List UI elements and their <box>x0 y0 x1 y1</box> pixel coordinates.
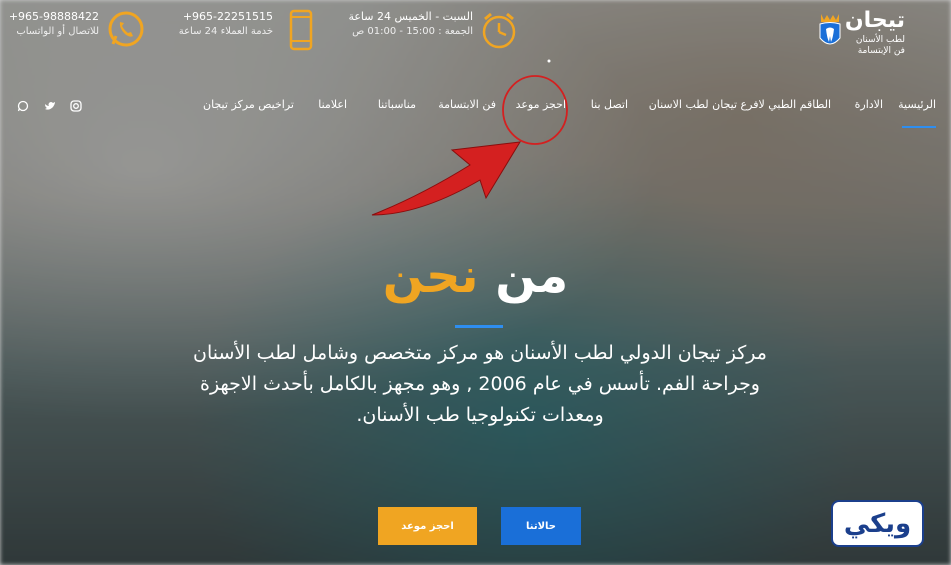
whatsapp-number[interactable]: +965-98888422 <box>9 10 99 23</box>
whatsapp-contact[interactable]: +965-98888422 للاتصال أو الواتساب <box>9 10 99 37</box>
nav-active-indicator <box>902 126 936 128</box>
whatsapp-icon <box>108 11 144 47</box>
customer-service-phone[interactable]: +965-22251515 خدمة العملاء 24 ساعة <box>179 10 273 37</box>
hours-sub: الجمعة : 15:00 - 01:00 ص <box>352 26 473 37</box>
phone-number[interactable]: +965-22251515 <box>179 10 273 23</box>
tooth-logo-icon <box>819 14 841 45</box>
logo-name: تيجان <box>844 8 905 33</box>
clock-icon <box>482 12 516 49</box>
working-hours: السبت - الخميس 24 ساعة الجمعة : 15:00 - … <box>348 10 473 37</box>
our-cases-button[interactable]: حالاتنا <box>501 507 581 545</box>
nav-item-licenses[interactable]: تراخيص مركز تيجان <box>203 98 294 111</box>
nav-item-smile-art[interactable]: فن الابتسامة <box>438 98 496 111</box>
book-appointment-button[interactable]: احجز موعد <box>378 507 477 545</box>
main-nav: الرئيسية الادارة الطاقم الطبي لافرع تيجا… <box>0 98 951 128</box>
instagram-icon[interactable] <box>70 100 82 112</box>
hero-divider <box>455 325 503 328</box>
hero-title: من نحن <box>0 248 951 304</box>
nav-item-events[interactable]: مناسباتنا <box>378 98 416 111</box>
whatsapp-label: للاتصال أو الواتساب <box>16 26 99 37</box>
phone-label: خدمة العملاء 24 ساعة <box>178 26 273 37</box>
top-bar: تيجان لطب الأسنان فن الإبتسامة السبت - ا… <box>0 0 951 60</box>
logo-line-2: لطب الأسنان <box>855 35 905 45</box>
twitter-icon[interactable] <box>44 100 56 112</box>
hero-title-accent: نحن <box>382 248 479 304</box>
hours-main: السبت - الخميس 24 ساعة <box>348 10 473 23</box>
nav-item-medical-staff[interactable]: الطاقم الطبي لافرع تيجان لطب الاسنان <box>649 98 831 111</box>
phone-icon <box>289 9 313 51</box>
nav-item-book-appointment[interactable]: احجز موعد <box>516 98 566 111</box>
hero-title-main: من <box>495 248 569 304</box>
nav-item-management[interactable]: الادارة <box>855 98 883 111</box>
nav-item-contact[interactable]: اتصل بنا <box>591 98 628 111</box>
watermark-logo: ويكي <box>831 500 924 547</box>
whatsapp-small-icon[interactable] <box>17 100 29 112</box>
nav-item-media[interactable]: اعلامنا <box>318 98 347 111</box>
hero-description: مركز تيجان الدولي لطب الأسنان هو مركز مت… <box>193 342 767 426</box>
logo-line-3: فن الإبتسامة <box>857 46 905 56</box>
site-logo[interactable]: تيجان لطب الأسنان فن الإبتسامة <box>817 6 917 56</box>
nav-item-home[interactable]: الرئيسية <box>898 98 936 111</box>
